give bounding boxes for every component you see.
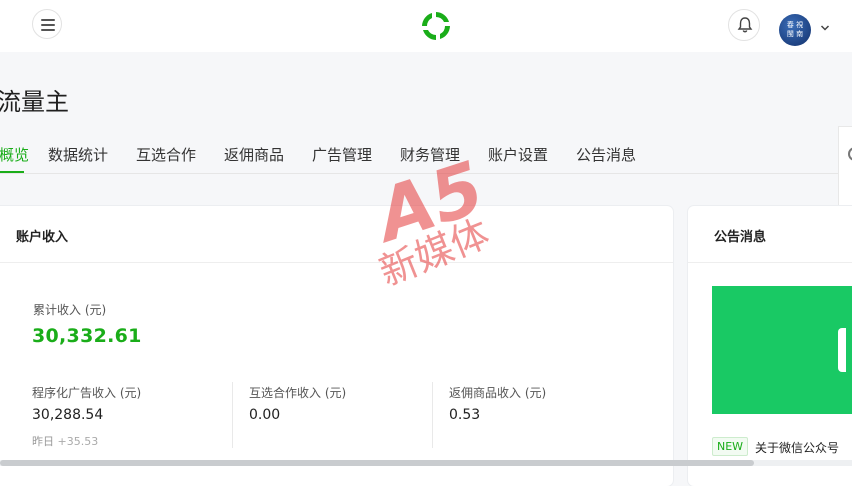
page-title: 流量主 [0,88,69,116]
user-avatar[interactable]: 春 視 閩 南 [779,14,811,46]
programmatic-ad-income-value: 30,288.54 [32,407,104,423]
hamburger-menu-icon[interactable] [32,9,62,39]
card-title: 公告消息 [714,230,767,245]
top-bar: 春 視 閩 南 [0,0,852,52]
account-income-card: 账户收入 累计收入 (元) 30,332.61 程序化广告收入 (元) 30,2… [0,206,673,486]
card-header: 公告消息 [688,206,852,263]
programmatic-ad-income-label: 程序化广告收入 (元) [32,386,142,400]
horizontal-scrollbar-thumb[interactable] [0,460,754,466]
tab-finance-management[interactable]: 财务管理 [400,144,460,165]
mutual-cooperation-income-value: 0.00 [249,407,281,423]
help-icon[interactable] [848,147,852,161]
yesterday-delta: 昨日 +35.53 [32,433,98,449]
rebate-product-income-label: 返佣商品收入 (元) [449,386,547,400]
tab-bar: 概览 数据统计 互选合作 返佣商品 广告管理 财务管理 账户设置 公告消息 [0,140,852,174]
avatar-char: 春 [786,21,794,29]
wechat-pay-logo-icon[interactable] [418,8,454,44]
announcement-link[interactable]: 关于微信公众号 [755,439,839,456]
tabs-divider [0,173,838,174]
mutual-cooperation-income-label: 互选合作收入 (元) [249,386,347,400]
tab-overview[interactable]: 概览 [0,144,29,165]
avatar-char: 南 [796,30,804,38]
tab-statistics[interactable]: 数据统计 [48,144,108,165]
yesterday-delta-value: +35.53 [57,435,99,448]
total-income-value: 30,332.61 [32,325,142,347]
rebate-product-income-value: 0.53 [449,407,481,423]
yesterday-label: 昨日 [32,435,54,448]
metric-divider [232,382,233,448]
card-title: 账户收入 [16,230,69,245]
tab-ad-management[interactable]: 广告管理 [312,144,372,165]
carousel-next-handle[interactable] [838,328,846,372]
avatar-char: 閩 [786,30,794,38]
tab-rebate-products[interactable]: 返佣商品 [224,144,284,165]
metric-divider [432,382,433,448]
notification-bell-icon[interactable] [728,9,760,41]
avatar-char: 視 [796,21,804,29]
tab-announcements[interactable]: 公告消息 [576,144,636,165]
announcement-banner[interactable] [712,286,852,414]
total-income-label: 累计收入 (元) [33,303,107,317]
card-header: 账户收入 [0,206,673,263]
tab-account-settings[interactable]: 账户设置 [488,144,548,165]
new-badge: NEW [712,437,749,456]
tab-mutual-cooperation[interactable]: 互选合作 [136,144,196,165]
announcements-card: 公告消息 NEW 关于微信公众号 [688,206,852,486]
